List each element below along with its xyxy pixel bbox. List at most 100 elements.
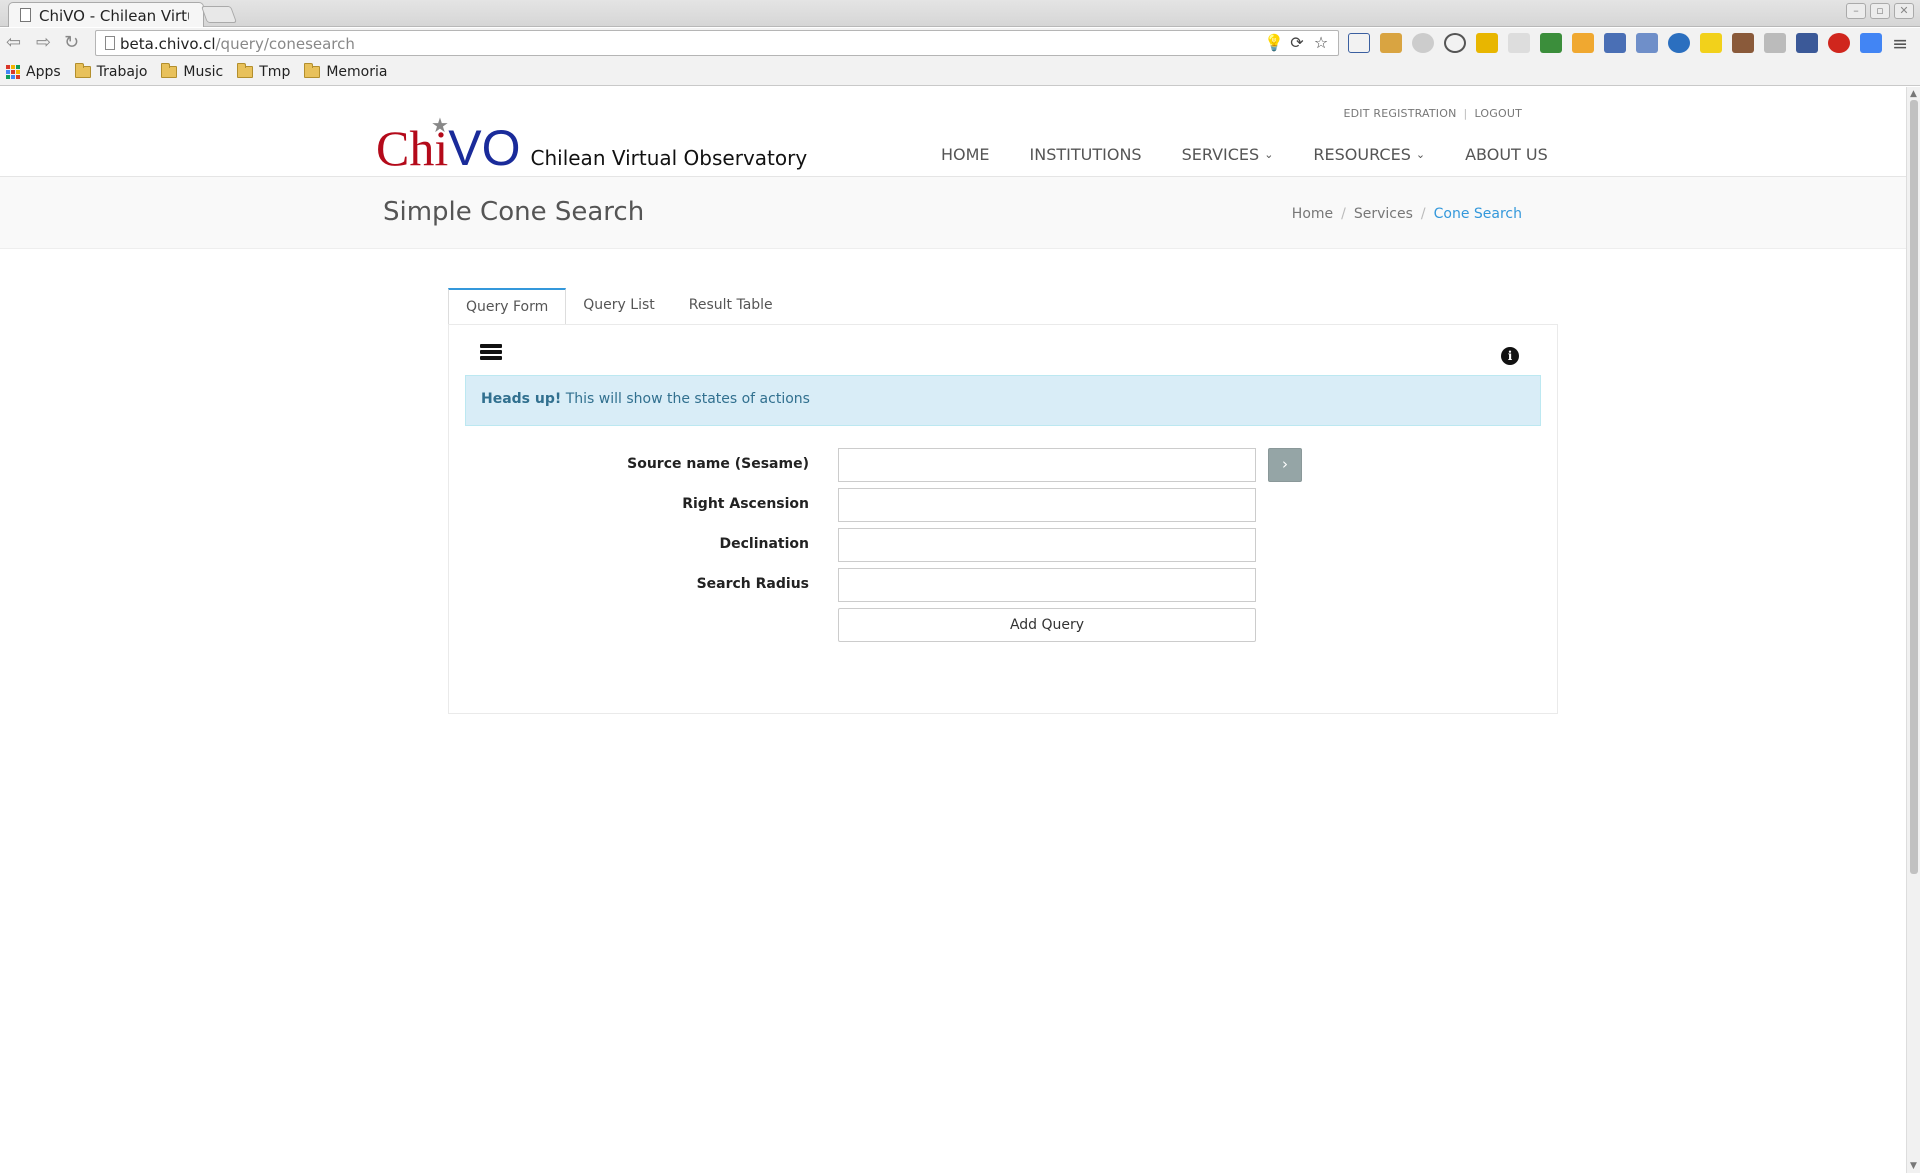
adblock-icon[interactable]: [1828, 33, 1850, 53]
browser-tab-strip: ChiVO - Chilean Virtual Observatory – ▫ …: [0, 0, 1920, 27]
download-icon[interactable]: [1764, 33, 1786, 53]
browser-tab-title: ChiVO - Chilean Virtual Observatory: [39, 7, 189, 25]
nav-home[interactable]: HOME: [941, 145, 990, 164]
star-icon: ★: [431, 113, 449, 137]
nav-institutions[interactable]: INSTITUTIONS: [1030, 145, 1142, 164]
folder-icon: [304, 62, 321, 78]
forward-icon[interactable]: ⇨: [36, 34, 51, 52]
nav-about[interactable]: ABOUT US: [1465, 145, 1548, 164]
add-query-button[interactable]: Add Query: [838, 608, 1256, 642]
chevron-down-icon: ⌄: [1415, 148, 1426, 161]
add-query-row: Add Query: [449, 608, 1559, 642]
instagram-icon[interactable]: [1732, 33, 1754, 53]
declination-label: Declination: [719, 536, 809, 552]
extension-icon[interactable]: [1540, 33, 1562, 53]
extension-icon[interactable]: [1636, 33, 1658, 53]
lightbulb-icon[interactable]: 💡: [1264, 34, 1284, 52]
close-icon[interactable]: ✕: [1894, 3, 1914, 19]
extension-icon[interactable]: [1604, 33, 1626, 53]
logo-vo: VO: [448, 120, 521, 176]
page-icon: [20, 8, 31, 22]
window-controls: – ▫ ✕: [1846, 3, 1914, 19]
search-radius-label: Search Radius: [696, 576, 809, 592]
bookmark-music[interactable]: Music: [161, 62, 224, 80]
alert-text: This will show the states of actions: [565, 391, 810, 407]
breadcrumb-home[interactable]: Home: [1292, 206, 1333, 222]
euro-icon[interactable]: [1668, 33, 1690, 53]
translate-icon[interactable]: [1860, 33, 1882, 53]
resolve-source-button[interactable]: ›: [1268, 448, 1302, 482]
extension-icon[interactable]: [1380, 33, 1402, 53]
apps-grid-icon: [6, 64, 20, 79]
right-ascension-label: Right Ascension: [682, 496, 809, 512]
bookmark-trabajo[interactable]: Trabajo: [74, 62, 148, 80]
bookmark-label: Memoria: [326, 63, 388, 80]
right-ascension-input[interactable]: [838, 488, 1256, 522]
edit-registration-link[interactable]: EDIT REGISTRATION: [1343, 107, 1456, 120]
tab-query-form[interactable]: Query Form: [448, 288, 567, 324]
scrollbar-thumb[interactable]: [1910, 100, 1918, 874]
breadcrumb-current: Cone Search: [1433, 206, 1522, 222]
back-icon[interactable]: ⇦: [6, 34, 21, 52]
minimize-icon[interactable]: –: [1846, 3, 1866, 19]
nav-resources[interactable]: RESOURCES ⌄: [1313, 145, 1425, 164]
alert-heading: Heads up!: [481, 391, 562, 407]
page-title: Simple Cone Search: [383, 197, 645, 227]
imdb-icon[interactable]: [1476, 33, 1498, 53]
search-radius-input[interactable]: [838, 568, 1256, 602]
sync-icon[interactable]: ⟳: [1288, 34, 1306, 52]
bookmark-apps[interactable]: Apps: [6, 64, 61, 80]
extension-icon[interactable]: [1700, 33, 1722, 53]
declination-row: Declination: [449, 528, 1559, 562]
query-tabs: Query Form Query List Result Table: [448, 288, 790, 324]
browser-tab[interactable]: ChiVO - Chilean Virtual Observatory: [8, 2, 204, 27]
info-icon[interactable]: i: [1501, 347, 1519, 365]
breadcrumb: Home / Services / Cone Search: [1291, 206, 1522, 222]
site-logo[interactable]: Chi ★ VO Chilean Virtual Observatory: [376, 113, 807, 177]
search-radius-row: Search Radius: [449, 568, 1559, 602]
maximize-icon[interactable]: ▫: [1870, 3, 1890, 19]
declination-input[interactable]: [838, 528, 1256, 562]
list-icon[interactable]: [480, 344, 502, 362]
logout-link[interactable]: LOGOUT: [1474, 107, 1522, 120]
bookmark-tmp[interactable]: Tmp: [237, 62, 290, 80]
web-page: EDIT REGISTRATION | LOGOUT Chi ★ VO Chilea…: [0, 87, 1906, 1173]
right-ascension-row: Right Ascension: [449, 488, 1559, 522]
bell-icon[interactable]: [1412, 33, 1434, 53]
scroll-up-icon[interactable]: ▲: [1910, 89, 1917, 99]
reload-icon[interactable]: ↻: [64, 34, 79, 52]
address-bar[interactable]: beta.chivo.cl/query/conesearch 💡 ⟳ ☆: [95, 30, 1339, 56]
bookmark-label: Music: [183, 63, 224, 80]
source-name-label: Source name (Sesame): [627, 456, 809, 472]
extension-icon[interactable]: [1348, 33, 1370, 53]
breadcrumb-services[interactable]: Services: [1354, 206, 1413, 222]
source-name-input[interactable]: [838, 448, 1256, 482]
bookmark-memoria[interactable]: Memoria: [304, 62, 388, 80]
nav-resources-label: RESOURCES: [1313, 145, 1411, 164]
scroll-down-icon[interactable]: ▼: [1910, 1161, 1917, 1171]
extension-icons: [1348, 33, 1882, 53]
extension-icon[interactable]: [1508, 33, 1530, 53]
bookmark-star-icon[interactable]: ☆: [1312, 34, 1330, 52]
folder-icon: [161, 62, 178, 78]
bookmark-label: Apps: [26, 63, 61, 80]
query-form-panel: i Heads up! This will show the states of…: [448, 324, 1558, 714]
extension-icon[interactable]: [1572, 33, 1594, 53]
nav-services[interactable]: SERVICES ⌄: [1182, 145, 1274, 164]
page-scrollbar[interactable]: ▲ ▼: [1906, 87, 1920, 1173]
tab-query-list[interactable]: Query List: [566, 288, 671, 324]
facebook-icon[interactable]: [1796, 33, 1818, 53]
wordpress-icon[interactable]: [1444, 33, 1466, 53]
bookmarks-bar: Apps Trabajo Music Tmp Memoria: [0, 58, 1920, 86]
new-tab-button[interactable]: [200, 6, 238, 23]
status-alert: Heads up! This will show the states of a…: [465, 375, 1541, 426]
browser-menu-icon[interactable]: ≡: [1892, 33, 1908, 55]
url-text[interactable]: beta.chivo.cl/query/conesearch: [120, 35, 355, 53]
tab-result-table[interactable]: Result Table: [672, 288, 790, 324]
folder-icon: [237, 62, 254, 78]
page-title-bar: Simple Cone Search Home / Services / Con…: [0, 177, 1906, 249]
browser-toolbar: ⇦ ⇨ ↻ beta.chivo.cl/query/conesearch 💡 ⟳…: [0, 28, 1920, 58]
bookmark-label: Trabajo: [96, 63, 148, 80]
chevron-right-icon: ›: [1282, 455, 1288, 473]
chevron-down-icon: ⌄: [1264, 148, 1274, 161]
